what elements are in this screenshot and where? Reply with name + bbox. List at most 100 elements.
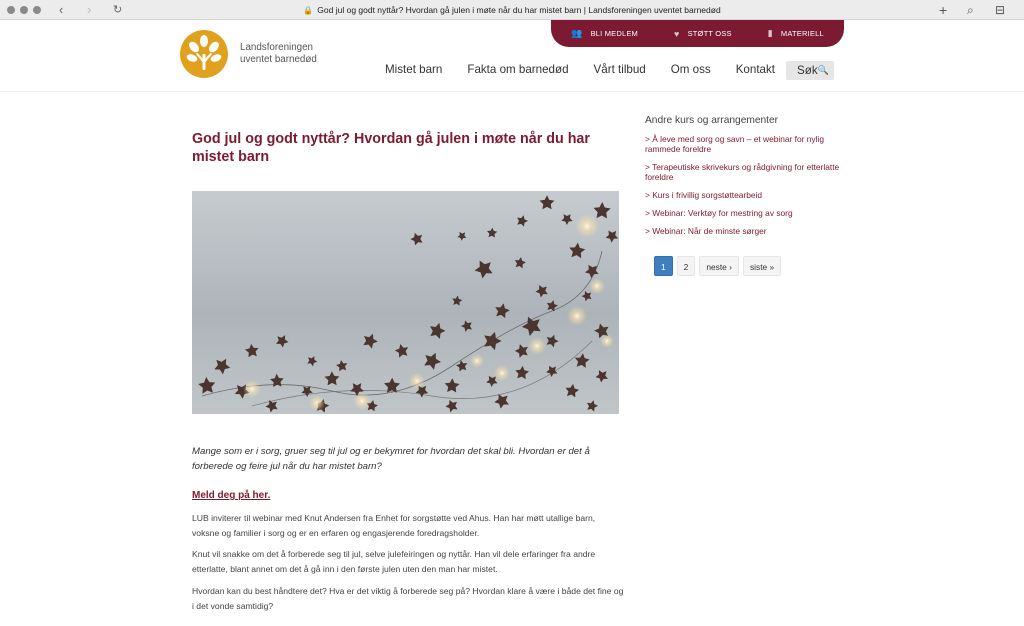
page-title: God jul og godt nyttår? Hvordan gå julen…	[192, 131, 590, 165]
fairy-light	[470, 354, 484, 368]
support-us-link[interactable]: ♥ STØTT OSS	[674, 29, 732, 39]
decorative-star	[593, 201, 611, 219]
fairy-light	[528, 337, 546, 355]
page-2-button[interactable]: 2	[676, 256, 696, 276]
article-lead: Mange som er i sorg, gruer seg til jul o…	[192, 446, 590, 472]
decorative-star	[393, 341, 412, 360]
search-label: Søk	[797, 64, 818, 77]
decorative-star	[459, 317, 476, 334]
sidebar-item-skrivekurs[interactable]: > Terapeutiske skrivekurs og rådgivning …	[645, 162, 845, 182]
decorative-star	[515, 213, 530, 228]
decorative-star	[269, 372, 287, 390]
article-paragraph-2: Knut vil snakke om det å forberede seg t…	[192, 549, 596, 574]
decorative-star	[323, 369, 342, 389]
sidebar-item-mestring[interactable]: > Webinar: Verktøy for mestring av sorg	[645, 208, 845, 218]
decorative-star	[456, 229, 469, 242]
decorative-star	[539, 195, 555, 210]
fairy-light	[567, 306, 587, 326]
heart-icon: ♥	[674, 28, 680, 39]
main-nav: Mistet barn Fakta om barnedød Vårt tilbu…	[385, 61, 800, 79]
fairy-light	[589, 278, 605, 294]
sidebar-item-webinar-sorg-savn[interactable]: > Å leve med sorg og savn – et webinar f…	[645, 134, 845, 154]
decorative-star	[211, 354, 234, 376]
decorative-star	[454, 358, 471, 374]
decorative-star	[451, 294, 463, 307]
hero-image	[192, 191, 619, 414]
decorative-star	[273, 332, 291, 349]
article-paragraph-3: Hvordan kan du best håndtere det? Hva er…	[192, 586, 624, 611]
header-divider	[0, 91, 1024, 92]
signup-link[interactable]: Meld deg på her.	[192, 490, 270, 501]
decorative-star	[335, 358, 350, 374]
article-paragraph-1: LUB inviterer til webinar med Knut Ander…	[192, 513, 596, 538]
decorative-star	[444, 377, 460, 393]
logo-icon[interactable]	[180, 30, 228, 78]
next-page-button[interactable]: neste ›	[699, 256, 739, 276]
fairy-light	[243, 380, 261, 398]
decorative-star	[585, 398, 600, 413]
decorative-star	[519, 311, 547, 339]
decorative-star	[593, 366, 612, 385]
decorative-star	[196, 374, 219, 397]
become-member-label: BLI MEDLEM	[590, 29, 639, 38]
decorative-star	[427, 320, 447, 340]
decorative-star	[492, 390, 513, 411]
utility-bar: 👥 BLI MEDLEM ♥ STØTT OSS ▮ MATERIELL	[551, 20, 844, 47]
decorative-star	[305, 353, 319, 368]
decorative-star	[573, 352, 591, 369]
material-link[interactable]: ▮ MATERIELL	[768, 28, 824, 39]
page-url-title: God jul og godt nyttår? Hvordan gå julen…	[317, 5, 721, 15]
decorative-star	[243, 341, 262, 360]
decorative-star	[568, 241, 586, 259]
sidebar-item-frivillig[interactable]: > Kurs i frivillig sorgstøttearbeid	[645, 190, 845, 200]
support-us-label: STØTT OSS	[687, 29, 732, 38]
decorative-star	[559, 210, 576, 227]
search-button[interactable]: Søk 🔍	[786, 61, 834, 80]
decorative-star	[564, 382, 580, 398]
nav-item-mistet-barn[interactable]: Mistet barn	[385, 61, 442, 79]
fairy-light	[600, 334, 614, 348]
fairy-light	[309, 395, 325, 411]
material-label: MATERIELL	[780, 29, 824, 38]
fairy-light	[353, 392, 371, 410]
browser-toolbar: ‹ › ↻ 🔒 God jul og godt nyttår? Hvordan g…	[0, 0, 1024, 20]
decorative-star	[421, 349, 444, 372]
decorative-star	[544, 332, 561, 349]
nav-item-fakta[interactable]: Fakta om barnedød	[467, 61, 568, 79]
new-tab-icon[interactable]: +	[939, 2, 947, 18]
decorative-star	[443, 396, 462, 414]
decorative-star	[408, 229, 427, 248]
sidebar-event-list: > Å leve med sorg og savn – et webinar f…	[645, 134, 845, 244]
lock-icon: 🔒	[303, 6, 314, 15]
decorative-star	[480, 329, 504, 352]
page-1-button[interactable]: 1	[654, 256, 673, 276]
pagination: 1 2 neste › siste »	[654, 256, 782, 276]
decorative-star	[514, 365, 530, 380]
decorative-star	[545, 298, 559, 313]
decorative-star	[533, 281, 552, 300]
nav-item-vart-tilbud[interactable]: Vårt tilbud	[594, 61, 646, 79]
fairy-light	[575, 214, 599, 238]
decorative-star	[360, 330, 380, 350]
sidebar-item-minste[interactable]: > Webinar: Når de minste sørger	[645, 226, 845, 236]
decorative-star	[472, 255, 498, 281]
nav-item-om-oss[interactable]: Om oss	[671, 61, 711, 79]
fairy-light	[409, 373, 425, 389]
decorative-star	[603, 226, 619, 245]
brand-line-1: Landsforeningen	[240, 42, 313, 53]
decorative-star	[299, 382, 316, 399]
decorative-star	[513, 256, 527, 269]
brand-name[interactable]: Landsforeningen uventet barnedød	[240, 42, 317, 66]
brand-line-2: uventet barnedød	[240, 54, 317, 65]
address-bar[interactable]: 🔒 God jul og godt nyttår? Hvordan gå jule…	[0, 3, 1024, 18]
become-member-link[interactable]: 👥 BLI MEDLEM	[571, 28, 638, 39]
sidebar-icon[interactable]: ⊟	[995, 2, 1005, 18]
last-page-button[interactable]: siste »	[742, 256, 782, 276]
sidebar-title: Andre kurs og arrangementer	[645, 115, 779, 126]
users-icon: 👥	[571, 28, 583, 38]
decorative-star	[486, 227, 498, 238]
fairy-light	[494, 365, 510, 381]
nav-item-kontakt[interactable]: Kontakt	[736, 61, 775, 79]
search-icon[interactable]: ⌕	[967, 2, 974, 18]
bookmark-icon: ▮	[767, 28, 773, 38]
